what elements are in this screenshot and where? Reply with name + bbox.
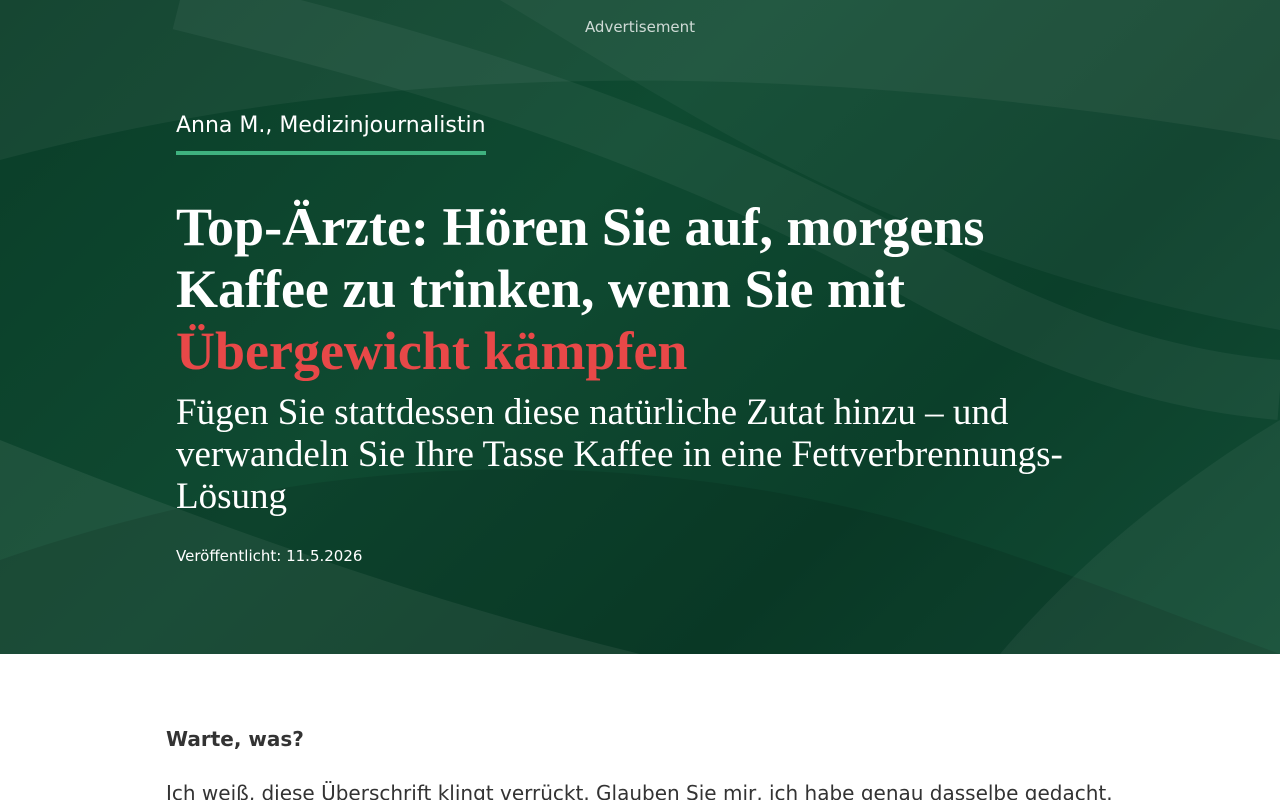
article-hero: Advertisement Anna M., Medizinjournalist… [0, 0, 1280, 654]
published-date: Veröffentlicht: 11.5.2026 [176, 547, 363, 565]
article-headline: Top-Ärzte: Hören Sie auf, morgens Kaffee… [176, 196, 1076, 382]
lead-question: Warte, was? [166, 727, 304, 751]
headline-text: Top-Ärzte: Hören Sie auf, morgens Kaffee… [176, 197, 985, 319]
advertisement-label: Advertisement [584, 18, 696, 36]
article-subheadline: Fügen Sie stattdessen diese natürliche Z… [176, 392, 1063, 517]
author-byline: Anna M., Medizinjournalistin [176, 112, 486, 155]
headline-highlight: Übergewicht kämpfen [176, 321, 688, 381]
article-body: Warte, was? Ich weiß, diese Überschrift … [0, 654, 1280, 800]
article-paragraph: Ich weiß, diese Überschrift klingt verrü… [166, 781, 1113, 800]
